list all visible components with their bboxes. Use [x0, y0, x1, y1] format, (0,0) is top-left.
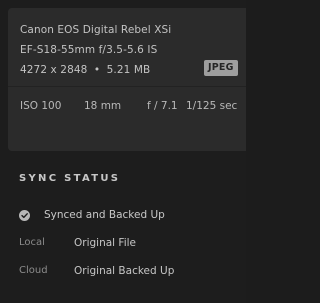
- card-divider: [8, 86, 246, 87]
- cloud-label: Cloud: [19, 265, 48, 276]
- file-format-badge: JPEG: [204, 60, 238, 76]
- check-circle-icon: [19, 209, 30, 221]
- photo-metadata-card: Canon EOS Digital Rebel XSi EF-S18-55mm …: [8, 8, 246, 151]
- exif-focal-length: 18 mm: [84, 100, 122, 112]
- exif-iso: ISO 100: [20, 100, 62, 112]
- local-value: Original File: [74, 237, 136, 249]
- local-label: Local: [19, 237, 45, 248]
- meta-separator: •: [93, 64, 101, 76]
- camera-model: Canon EOS Digital Rebel XSi: [20, 24, 172, 36]
- file-size: 5.21 MB: [106, 64, 151, 76]
- exif-aperture: f / 7.1: [147, 100, 178, 112]
- info-panel: Canon EOS Digital Rebel XSi EF-S18-55mm …: [0, 0, 246, 303]
- image-dimensions: 4272 x 2848: [20, 64, 88, 76]
- dimensions-and-size: 4272 x 2848 • 5.21 MB: [20, 64, 150, 76]
- sync-status-row: Synced and Backed Up: [19, 207, 165, 223]
- lens-model: EF-S18-55mm f/3.5-5.6 IS: [20, 44, 158, 56]
- cloud-value: Original Backed Up: [74, 265, 175, 277]
- exif-shutter-speed: 1/125 sec: [186, 100, 238, 112]
- sync-status-text: Synced and Backed Up: [44, 209, 165, 221]
- sync-status-title: SYNC STATUS: [19, 173, 121, 184]
